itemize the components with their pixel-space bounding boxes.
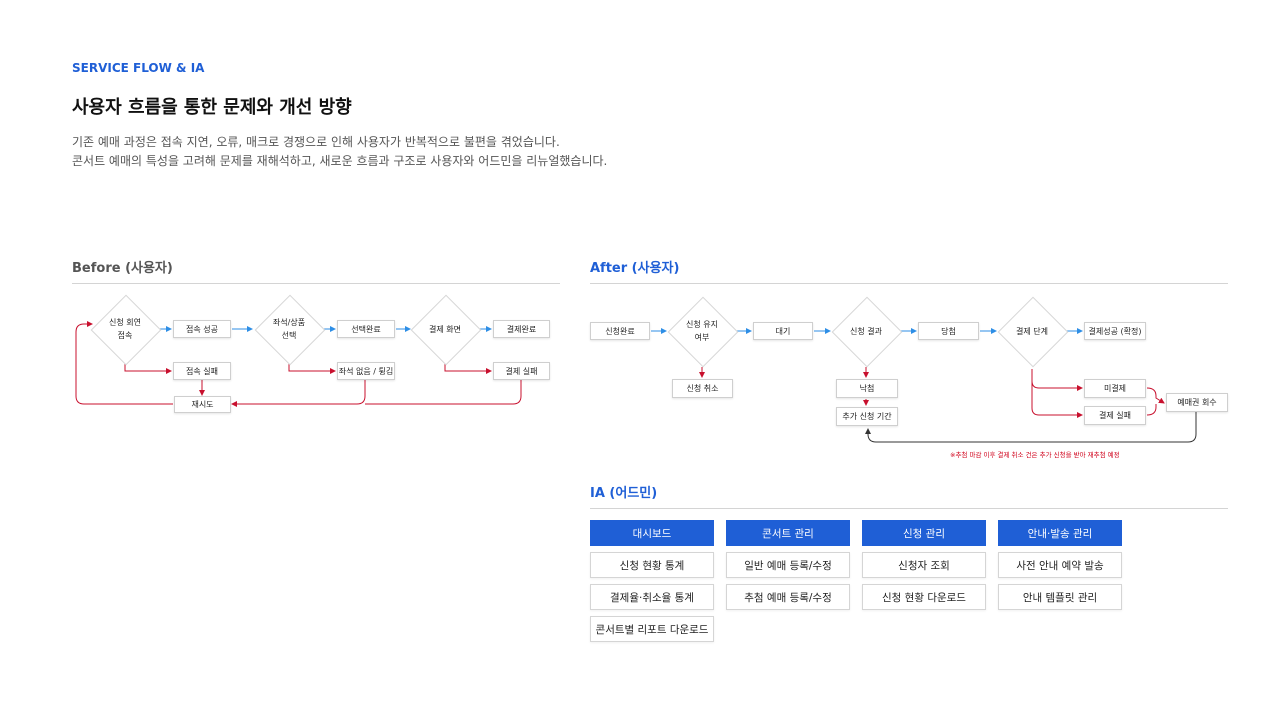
node-label: 여부 bbox=[694, 333, 710, 342]
ia-item-lottery-booking[interactable]: 추첨 예매 등록/수정 bbox=[726, 584, 850, 610]
ia-head-concert[interactable]: 콘서트 관리 bbox=[726, 520, 850, 546]
ia-item-apply-stats[interactable]: 신청 현황 통계 bbox=[590, 552, 714, 578]
node-label: 신청 회연 bbox=[109, 318, 141, 327]
after-footnote: ※추첨 마감 이후 결제 취소 건은 추가 신청을 받아 재추첨 예정 bbox=[950, 451, 1120, 459]
before-node-no-seat: 좌석 없음 / 튕김 bbox=[337, 362, 395, 380]
before-node-pay-screen: 결제 화면 bbox=[412, 294, 478, 364]
ia-head-notice[interactable]: 안내·발송 관리 bbox=[998, 520, 1122, 546]
ia-item-pay-cancel-stats[interactable]: 결제율·취소율 통계 bbox=[590, 584, 714, 610]
before-node-connect-fail: 접속 실패 bbox=[173, 362, 231, 380]
node-label: 신청 유지 bbox=[686, 320, 718, 329]
ia-item-pre-notice[interactable]: 사전 안내 예약 발송 bbox=[998, 552, 1122, 578]
after-node-win: 당첨 bbox=[918, 322, 979, 340]
before-node-connect-try: 신청 회연접속 bbox=[92, 294, 158, 364]
before-node-pay-fail: 결제 실패 bbox=[493, 362, 550, 380]
node-label: 신청 결과 bbox=[850, 326, 882, 336]
after-node-apply-done: 신청완료 bbox=[590, 322, 650, 340]
after-node-lose: 낙첨 bbox=[836, 379, 898, 398]
after-node-pay-fail: 결제 실패 bbox=[1084, 406, 1146, 425]
ia-item-apply-download[interactable]: 신청 현황 다운로드 bbox=[862, 584, 986, 610]
after-node-unpaid: 미결제 bbox=[1084, 379, 1146, 398]
flow-connectors bbox=[75, 321, 1197, 443]
node-label: 결제 화면 bbox=[429, 324, 461, 334]
after-node-ticket-reclaim: 예매권 회수 bbox=[1166, 393, 1228, 412]
node-label: 좌석/상품 bbox=[272, 318, 306, 327]
after-loop-arrow bbox=[865, 412, 1197, 443]
before-node-seat-select: 좌석/상품선택 bbox=[256, 294, 322, 364]
before-node-pay-done: 결제완료 bbox=[493, 320, 550, 338]
node-label: 접속 bbox=[117, 331, 133, 340]
before-node-retry: 재시도 bbox=[174, 396, 231, 413]
after-node-apply-cancel: 신청 취소 bbox=[672, 379, 733, 398]
after-node-extra-period: 추가 신청 기간 bbox=[836, 407, 898, 426]
after-node-apply-result: 신청 결과 bbox=[832, 295, 900, 367]
ia-head-dashboard[interactable]: 대시보드 bbox=[590, 520, 714, 546]
ia-item-applicant-search[interactable]: 신청자 조회 bbox=[862, 552, 986, 578]
after-node-keep-apply: 신청 유지여부 bbox=[668, 295, 736, 367]
ia-item-concert-report[interactable]: 콘서트별 리포트 다운로드 bbox=[590, 616, 714, 642]
after-node-pay-step: 결제 단계 bbox=[998, 295, 1066, 367]
ia-head-application[interactable]: 신청 관리 bbox=[862, 520, 986, 546]
node-label: 결제 단계 bbox=[1016, 326, 1048, 336]
ia-item-notice-template[interactable]: 안내 템플릿 관리 bbox=[998, 584, 1122, 610]
before-node-connect-ok: 접속 성공 bbox=[173, 320, 231, 338]
node-label: 선택 bbox=[281, 331, 297, 340]
after-node-pay-success: 결제성공 (확정) bbox=[1084, 322, 1146, 340]
after-node-wait: 대기 bbox=[753, 322, 813, 340]
ia-item-general-booking[interactable]: 일반 예매 등록/수정 bbox=[726, 552, 850, 578]
before-node-select-done: 선택완료 bbox=[337, 320, 395, 338]
